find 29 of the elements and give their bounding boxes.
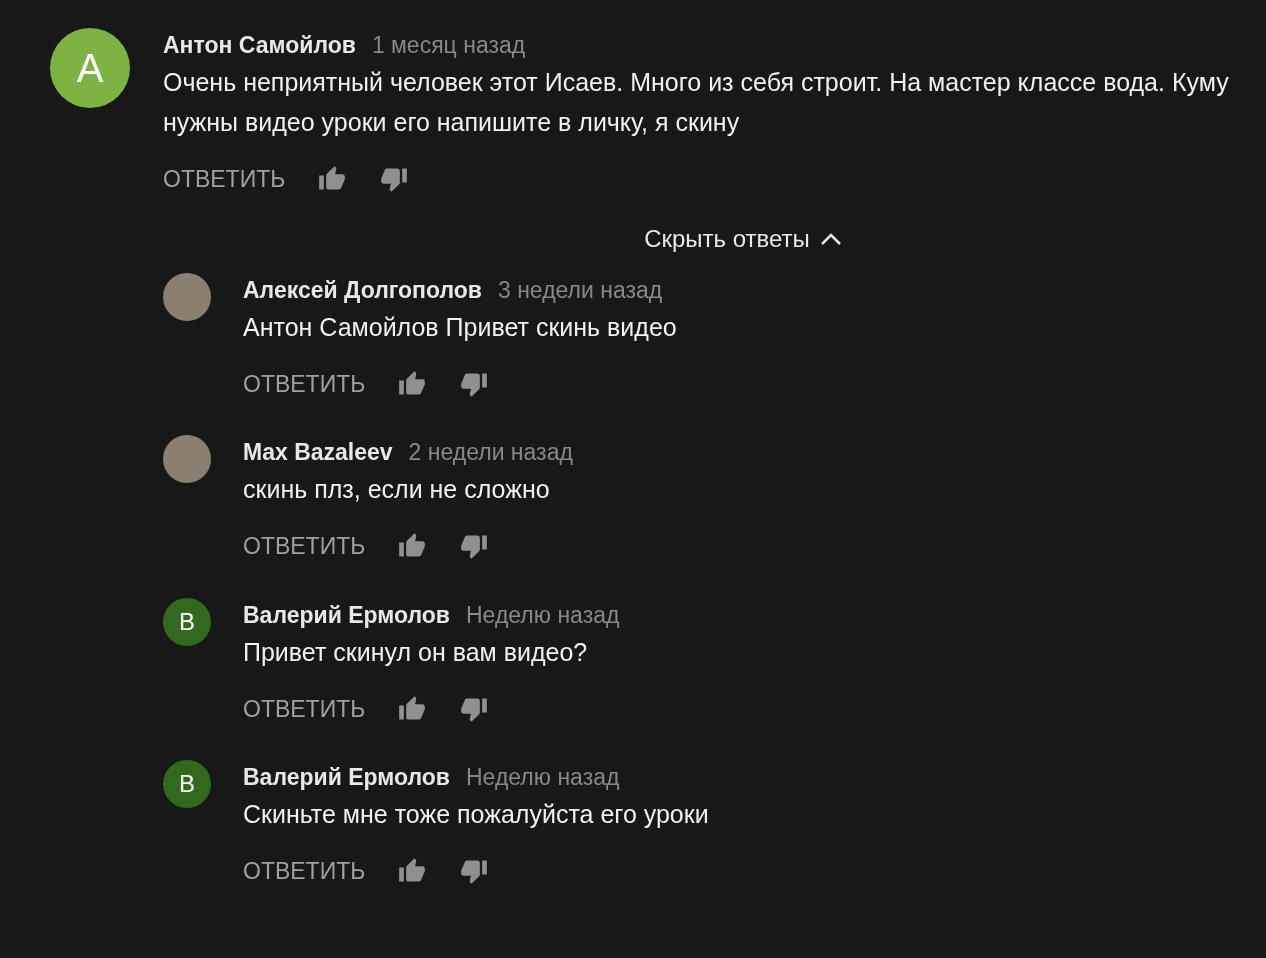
comment-time[interactable]: Неделю назад <box>466 760 620 795</box>
comment-time[interactable]: 1 месяц назад <box>371 28 526 63</box>
toggle-replies-button[interactable]: Скрыть ответы <box>644 220 842 257</box>
comment-text: Очень неприятный человек этот Исаев. Много из себя строит. На мастер классе вода. Куму нужны видео уроки его напишите в личку, я скину <box>163 67 1230 138</box>
avatar: B <box>163 597 211 646</box>
avatar: A <box>50 28 130 108</box>
comment-text: Скиньте мне тоже пожалуйста его уроки <box>243 799 709 830</box>
reply-button[interactable]: ОТВЕТИТЬ <box>163 162 286 197</box>
author-name[interactable]: Валерий Ермолов <box>243 597 450 632</box>
reply-button[interactable]: ОТВЕТИТЬ <box>243 854 366 889</box>
avatar: B <box>163 760 211 808</box>
thumbs-up-icon[interactable] <box>397 694 428 723</box>
author-name[interactable]: Антон Самойлов <box>163 28 356 63</box>
chevron-up-icon <box>819 231 842 246</box>
reply-button[interactable]: ОТВЕТИТЬ <box>243 366 366 401</box>
author-name[interactable]: Алексей Долгополов <box>243 272 482 307</box>
avatar-photo-placeholder <box>163 435 211 483</box>
comment-text: Антон Самойлов Привет скинь видео <box>243 311 677 343</box>
reply-button[interactable]: ОТВЕТИТЬ <box>243 529 366 564</box>
reply-button[interactable]: ОТВЕТИТЬ <box>243 691 366 726</box>
comment-text: Привет скинул он вам видео? <box>243 636 589 668</box>
comment-time[interactable]: Неделю назад <box>466 597 620 632</box>
comment-time[interactable]: 2 недели назад <box>408 435 573 470</box>
author-name[interactable]: Валерий Ермолов <box>243 760 450 795</box>
comment-time[interactable]: 3 недели назад <box>498 272 663 307</box>
author-name[interactable]: Max Bazaleev <box>243 435 393 470</box>
comment-text: скинь плз, если не сложно <box>243 474 551 505</box>
thumbs-up-icon[interactable] <box>397 369 428 398</box>
avatar-photo-placeholder <box>163 272 211 321</box>
